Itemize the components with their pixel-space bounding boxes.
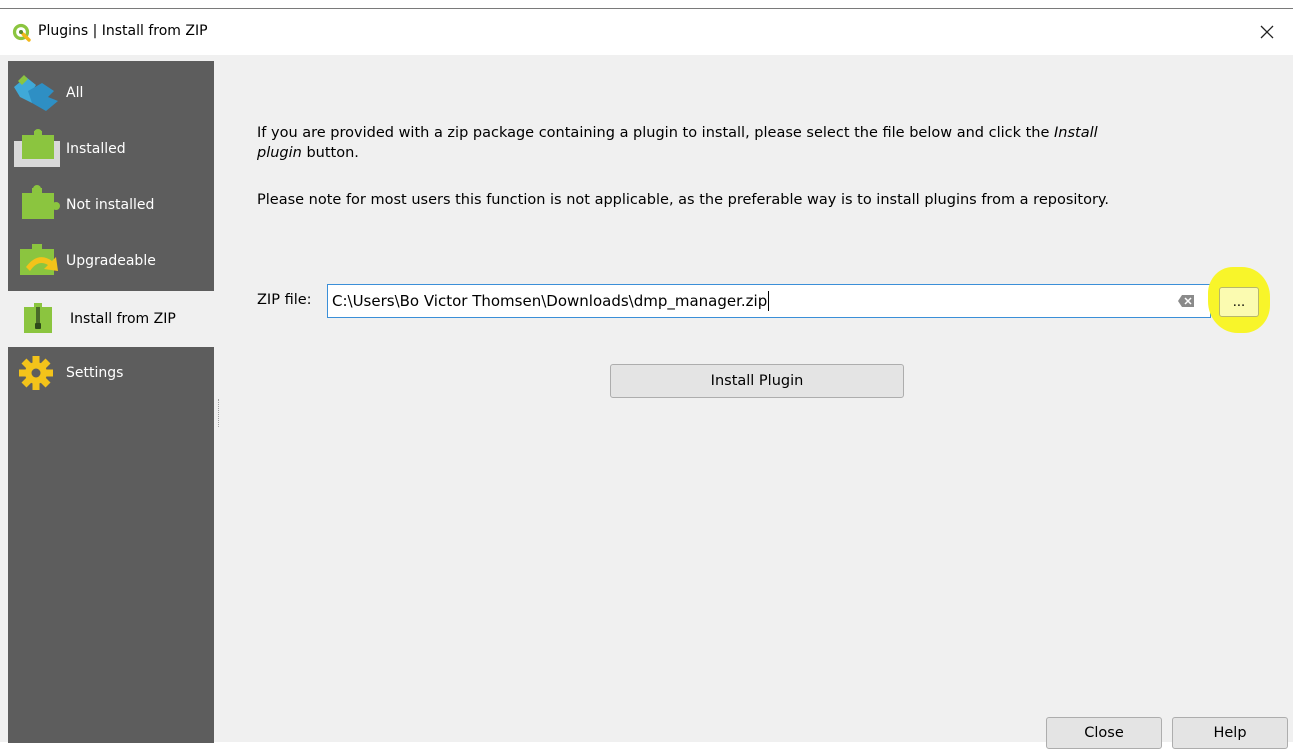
zip-file-value: C:\Users\Bo Victor Thomsen\Downloads\dmp…	[332, 292, 768, 310]
sidebar-item-installed[interactable]: Installed	[8, 121, 214, 177]
close-button[interactable]: Close	[1046, 717, 1162, 749]
note-paragraph: Please note for most users this function…	[257, 192, 1110, 208]
puzzle-not-installed-icon	[22, 185, 60, 219]
install-plugin-button[interactable]: Install Plugin	[610, 364, 904, 398]
text-caret	[768, 291, 770, 311]
clear-input-icon[interactable]	[1177, 293, 1195, 309]
intro-paragraph: If you are provided with a zip package c…	[257, 125, 1098, 161]
plugins-sidebar: All Installed Not installed Upgradeable …	[8, 61, 214, 743]
sidebar-item-label: Upgradeable	[66, 253, 156, 269]
help-button[interactable]: Help	[1172, 717, 1288, 749]
sidebar-item-label: Install from ZIP	[70, 311, 176, 327]
sidebar-item-label: Not installed	[66, 197, 155, 213]
intro-emphasis-install: Install	[1054, 125, 1098, 141]
puzzle-installed-icon	[14, 129, 60, 167]
sidebar-item-upgradeable[interactable]: Upgradeable	[8, 233, 214, 289]
window-title: Plugins | Install from ZIP	[38, 23, 208, 39]
puzzle-upgrade-icon	[20, 244, 58, 275]
gear-icon	[19, 356, 53, 390]
zip-file-label: ZIP file:	[257, 292, 312, 308]
sidebar-item-all[interactable]: All	[8, 65, 214, 121]
zip-icon	[24, 303, 52, 333]
plugins-dialog: Plugins | Install from ZIP All Installed	[0, 8, 1293, 749]
window-close-button[interactable]	[1251, 17, 1283, 47]
intro-emphasis-plugin: plugin	[257, 145, 302, 161]
browse-file-button[interactable]: ...	[1219, 287, 1259, 317]
sidebar-item-label: All	[66, 85, 84, 101]
sidebar-item-install-from-zip[interactable]: Install from ZIP	[8, 291, 214, 347]
zip-file-input[interactable]: C:\Users\Bo Victor Thomsen\Downloads\dmp…	[327, 284, 1211, 318]
close-icon	[1260, 25, 1274, 39]
sidebar-item-label: Settings	[66, 365, 124, 381]
title-bar: Plugins | Install from ZIP	[0, 9, 1293, 55]
qgis-logo-icon	[12, 23, 31, 42]
panel-splitter-handle[interactable]	[218, 399, 220, 427]
puzzle-all-icon	[14, 75, 58, 111]
sidebar-item-not-installed[interactable]: Not installed	[8, 177, 214, 233]
sidebar-item-settings[interactable]: Settings	[8, 345, 214, 401]
sidebar-item-label: Installed	[66, 141, 126, 157]
